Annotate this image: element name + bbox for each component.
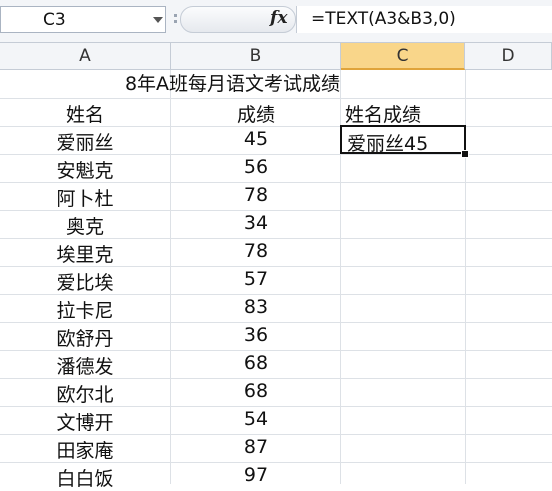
column-header-d[interactable]: D (465, 43, 552, 70)
grid-line (0, 98, 552, 99)
name-box[interactable]: C3 (0, 6, 166, 33)
score-cell[interactable]: 54 (171, 408, 341, 430)
formula-text: =TEXT(A3&B3,0) (311, 9, 456, 29)
header-combined-cell[interactable]: 姓名成绩 (345, 100, 465, 127)
score-cell[interactable]: 97 (171, 464, 341, 486)
column-header-a[interactable]: A (0, 43, 171, 70)
name-cell[interactable]: 埃里克 (0, 240, 170, 267)
name-cell[interactable]: 奥克 (0, 212, 170, 239)
name-cell[interactable]: 田家庵 (0, 436, 170, 463)
score-cell[interactable]: 56 (171, 156, 341, 178)
score-cell[interactable]: 45 (171, 128, 341, 150)
name-cell[interactable]: 爱丽丝 (0, 128, 170, 155)
name-box-value: C3 (43, 10, 66, 30)
column-header-c[interactable]: C (341, 43, 465, 70)
score-cell[interactable]: 78 (171, 184, 341, 206)
score-cell[interactable]: 36 (171, 324, 341, 346)
name-cell[interactable]: 潘德发 (0, 352, 170, 379)
header-score-cell[interactable]: 成绩 (171, 100, 341, 127)
insert-function-icon[interactable]: fx (270, 8, 287, 28)
name-cell[interactable]: 文博开 (0, 408, 170, 435)
fill-handle[interactable] (461, 150, 469, 158)
score-cell[interactable]: 68 (171, 380, 341, 402)
selected-cell-c3[interactable]: 爱丽丝45 (340, 125, 466, 155)
chevron-down-icon[interactable] (153, 17, 163, 23)
name-cell[interactable]: 欧舒丹 (0, 324, 170, 351)
name-cell[interactable]: 欧尔北 (0, 380, 170, 407)
name-cell[interactable]: 拉卡尼 (0, 296, 170, 323)
score-cell[interactable]: 57 (171, 268, 341, 290)
score-cell[interactable]: 83 (171, 296, 341, 318)
score-cell[interactable]: 68 (171, 352, 341, 374)
drag-handle-icon[interactable] (174, 14, 177, 17)
score-cell[interactable]: 34 (171, 212, 341, 234)
header-name-cell[interactable]: 姓名 (0, 100, 170, 127)
score-cell[interactable]: 87 (171, 436, 341, 458)
column-header-b[interactable]: B (171, 43, 341, 70)
selected-cell-value: 爱丽丝45 (347, 133, 429, 155)
name-cell[interactable]: 白白饭 (0, 464, 170, 491)
score-cell[interactable]: 78 (171, 240, 341, 262)
name-cell[interactable]: 爱比埃 (0, 268, 170, 295)
name-cell[interactable]: 安魁克 (0, 156, 170, 183)
formula-input[interactable]: =TEXT(A3&B3,0) (296, 6, 552, 33)
sheet-title-cell[interactable]: 8年A班每月语文考试成绩 (0, 70, 465, 98)
name-cell[interactable]: 阿卜杜 (0, 184, 170, 211)
formula-bar: C3 fx =TEXT(A3&B3,0) (0, 0, 552, 43)
